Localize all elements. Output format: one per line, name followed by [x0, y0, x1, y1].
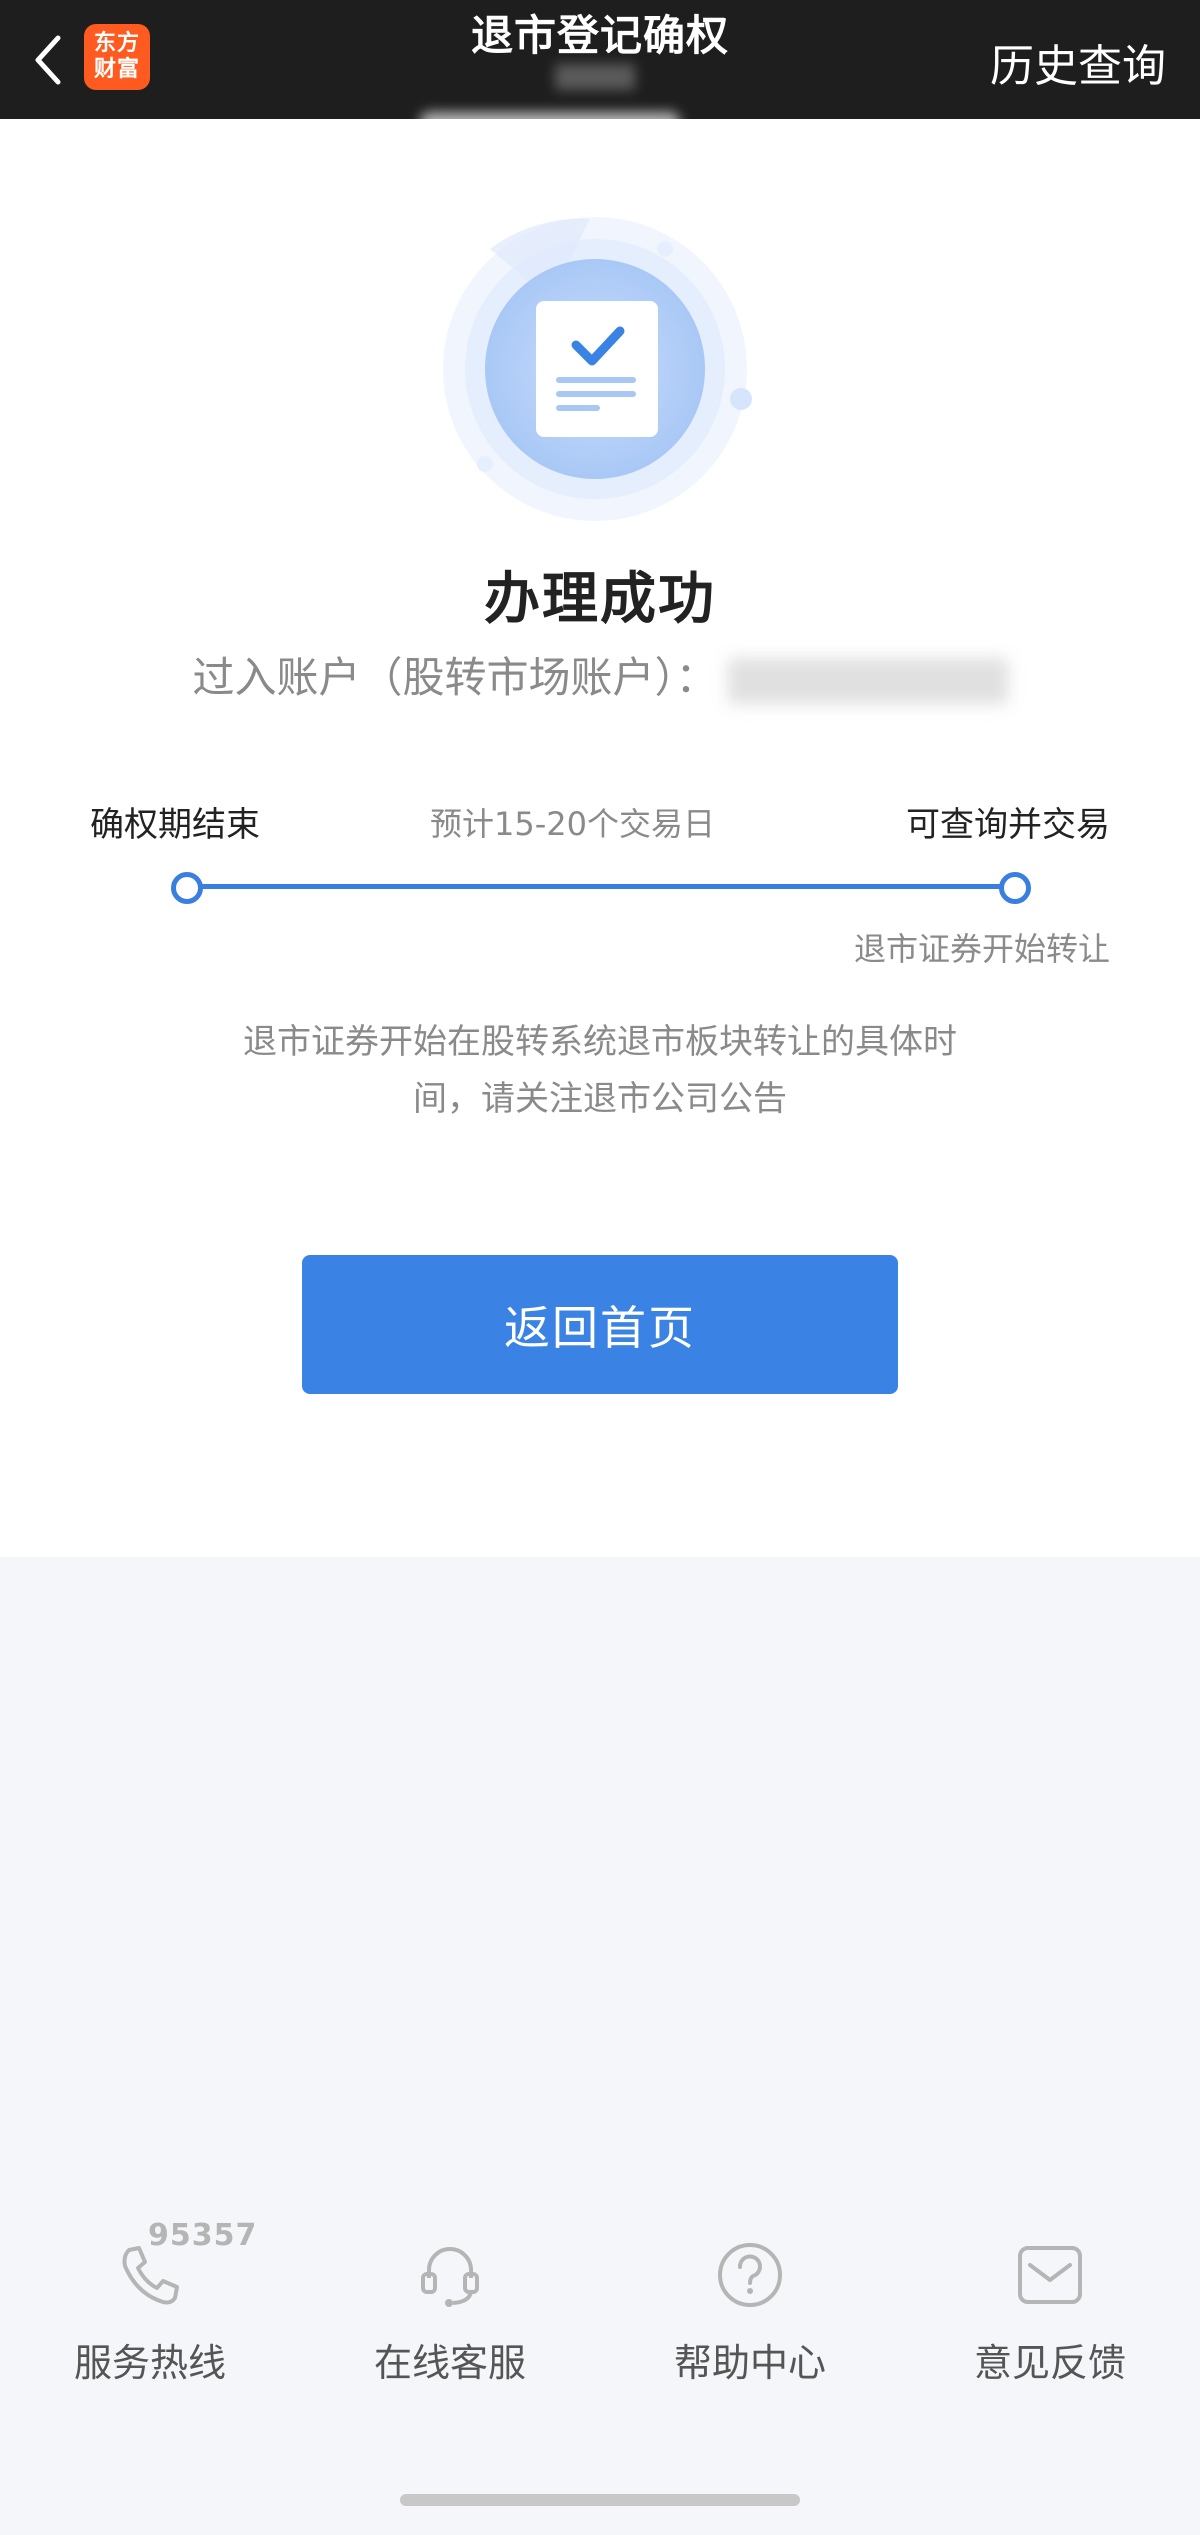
feedback-icon [1018, 2246, 1082, 2304]
transfer-notice: 退市证券开始在股转系统退市板块转让的具体时间，请关注退市公司公告 [243, 1022, 957, 1119]
return-home-button[interactable]: 返回首页 [302, 1255, 898, 1394]
service-online-support-label: 在线客服 [373, 2341, 526, 2385]
service-hotline[interactable]: 95357 服务热线 [0, 2218, 300, 2387]
service-hotline-label: 服务热线 [73, 2341, 226, 2385]
history-query-link[interactable]: 历史查询 [990, 30, 1166, 94]
result-card: 办理成功 过入账户（股转市场账户）： 确权期结束 预计15-20个交易日 可查询… [0, 119, 1200, 1557]
hotline-number: 95357 [148, 2218, 258, 2253]
redacted-subtitle [555, 64, 635, 90]
help-icon [718, 2243, 782, 2307]
status-title: 办理成功 [484, 567, 716, 632]
timeline-start-node [171, 872, 203, 904]
service-bar: 95357 服务热线 在线客服 帮助中心 意见反馈 [0, 2218, 1200, 2410]
timeline-end-sub-label: 退市证券开始转让 [853, 930, 1110, 968]
headset-icon [421, 2247, 479, 2307]
service-help-center-label: 帮助中心 [673, 2341, 826, 2385]
service-help-center[interactable]: 帮助中心 [600, 2240, 900, 2387]
service-feedback-label: 意见反馈 [973, 2341, 1126, 2385]
service-online-support[interactable]: 在线客服 [300, 2240, 600, 2387]
timeline-start-label: 确权期结束 [90, 805, 260, 845]
service-feedback[interactable]: 意见反馈 [900, 2240, 1200, 2387]
account-row: 过入账户（股转市场账户）： [0, 644, 1200, 705]
timeline-end-label: 可查询并交易 [906, 805, 1110, 845]
redacted-account-number [727, 657, 1008, 704]
account-label: 过入账户（股转市场账户）： [192, 653, 718, 702]
success-document-illustration [443, 217, 752, 521]
timeline-duration-label: 预计15-20个交易日 [430, 805, 715, 843]
timeline-line [186, 884, 1014, 889]
top-nav-bar: 东方 财富 退市登记确权 历史查询 [0, 0, 1200, 119]
timeline-end-node [999, 872, 1031, 904]
home-indicator[interactable] [400, 2494, 800, 2506]
